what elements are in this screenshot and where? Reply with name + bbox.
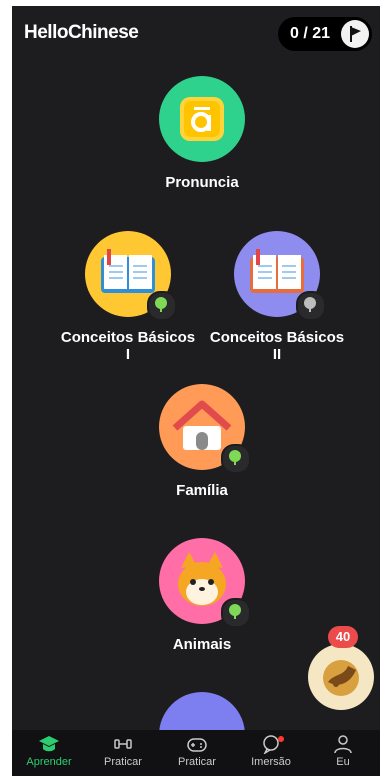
reward-count-badge: 40	[328, 626, 358, 648]
lesson-familia[interactable]: Família	[132, 384, 272, 499]
lesson-pronuncia[interactable]: Pronuncia	[132, 76, 272, 191]
graduation-cap-icon	[39, 736, 59, 752]
tree-badge-icon	[221, 444, 251, 474]
lesson-label: Família	[176, 482, 228, 499]
app-logo: HelloChinese	[24, 22, 139, 43]
lesson-label: Pronuncia	[165, 174, 239, 191]
progress-pill[interactable]: 0 / 21	[278, 17, 372, 51]
tab-eu[interactable]: Eu	[306, 734, 380, 768]
tab-praticar-2[interactable]: Praticar	[160, 734, 234, 768]
gamepad-icon	[187, 738, 207, 752]
book-icon	[85, 231, 177, 321]
flag-icon	[341, 20, 369, 48]
lesson-label: Animais	[172, 636, 232, 653]
tab-label: Imersão	[251, 756, 291, 768]
tab-label: Praticar	[178, 756, 216, 768]
tree-badge-icon	[296, 291, 326, 321]
lesson-conceitos-basicos-2[interactable]: Conceitos Básicos II	[207, 231, 347, 363]
lesson-label: Conceitos Básicos II	[209, 329, 345, 363]
tab-label: Aprender	[26, 756, 72, 768]
dumbbell-icon	[114, 739, 132, 749]
tab-label: Eu	[336, 756, 350, 768]
tab-label: Praticar	[104, 756, 142, 768]
lesson-label: Conceitos Básicos I	[60, 329, 196, 363]
progress-count: 0 / 21	[290, 25, 331, 42]
tree-badge-icon	[221, 598, 251, 628]
notification-dot	[278, 736, 284, 742]
tab-bar: Aprender Praticar Praticar Imersão Eu	[12, 730, 380, 776]
house-icon	[159, 384, 251, 474]
app-screen: HelloChinese 0 / 21 Pronuncia Conceitos …	[12, 6, 380, 776]
book-icon	[234, 231, 326, 321]
lesson-conceitos-basicos-1[interactable]: Conceitos Básicos I	[58, 231, 198, 363]
lesson-animais[interactable]: Animais	[132, 538, 272, 653]
tree-badge-icon	[147, 291, 177, 321]
header: HelloChinese 0 / 21	[12, 6, 380, 60]
user-icon	[334, 735, 352, 754]
reward-button[interactable]	[308, 644, 374, 710]
pronunciation-icon	[159, 76, 245, 162]
tab-praticar-1[interactable]: Praticar	[86, 734, 160, 768]
tab-imersao[interactable]: Imersão	[234, 734, 308, 768]
tab-aprender[interactable]: Aprender	[12, 734, 86, 768]
dog-icon	[159, 538, 251, 628]
